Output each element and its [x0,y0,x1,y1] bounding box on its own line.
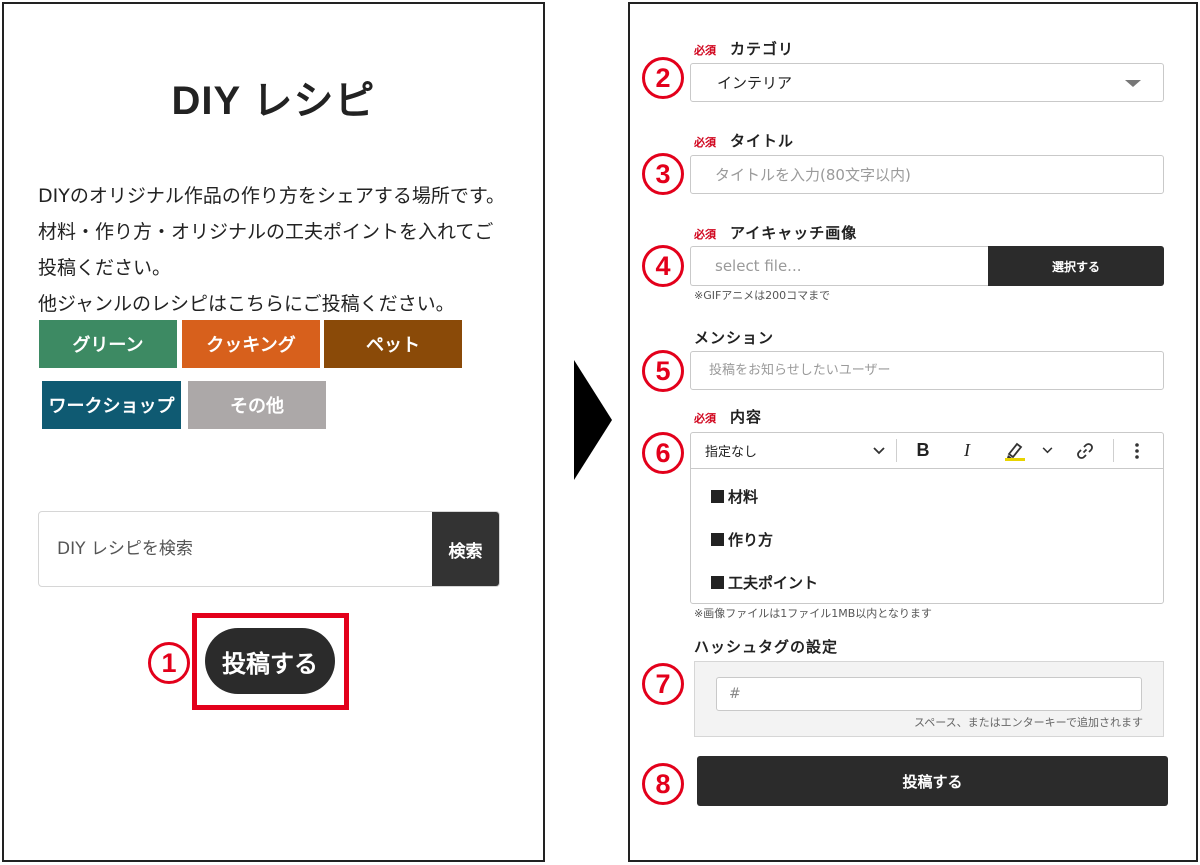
intro-line: DIYのオリジナル作品の作り方をシェアする場所です。 [38,185,505,207]
chevron-down-icon [1042,447,1052,454]
link-icon [1077,442,1093,459]
eyecatch-note: ※GIFアニメは200コマまで [694,289,831,302]
content-label: 必須 内容 [694,406,762,427]
editor-line-text: 作り方 [728,531,774,549]
search-bar: 検索 [38,511,500,587]
format-select-value: 指定なし [705,445,758,460]
required-tag: 必須 [694,228,716,241]
intro-line: 材料・作り方・オリジナルの工夫ポイントを入れてご [38,221,494,243]
search-input[interactable] [39,512,432,586]
step-number-badge: 1 [148,642,190,684]
select-file-button[interactable]: 選択する [988,246,1164,286]
dropdown-caret-icon [1125,80,1141,87]
editor-line: 工夫ポイント [711,572,818,593]
category-label: 必須 カテゴリ [694,38,794,59]
format-select[interactable]: 指定なし [705,433,885,468]
genre-button-cooking[interactable]: クッキング [182,320,320,368]
highlight-button[interactable] [999,433,1031,468]
genre-button-workshop[interactable]: ワークショップ [42,381,181,429]
genre-button-green[interactable]: グリーン [39,320,177,368]
required-tag: 必須 [694,136,716,149]
step-number-badge: 4 [642,245,684,287]
post-button[interactable]: 投稿する [205,628,335,694]
step-number-badge: 5 [642,350,684,392]
title-label-text: タイトル [730,132,795,150]
step-number-badge: 7 [642,663,684,705]
genre-button-other[interactable]: その他 [188,381,326,429]
intro-line: 他ジャンルのレシピはこちらにご投稿ください。 [38,293,455,315]
step-number-badge: 6 [642,432,684,474]
hashtag-label: ハッシュタグの設定 [694,638,839,656]
highlight-color-dropdown[interactable] [1039,433,1055,468]
content-label-text: 内容 [730,408,763,426]
title-label: 必須 タイトル [694,130,794,151]
bold-button[interactable]: B [909,433,937,468]
black-square-icon [711,576,724,589]
editor-toolbar: 指定なし B I [691,433,1163,469]
toolbar-divider [896,439,897,462]
eyecatch-label-text: アイキャッチ画像 [730,224,858,242]
link-button[interactable] [1071,433,1099,468]
step-number-badge: 8 [642,763,684,805]
intro-line: 投稿ください。 [38,257,172,279]
image-file-note: ※画像ファイルは1ファイル1MB以内となります [694,607,932,620]
search-button[interactable]: 検索 [432,512,499,586]
more-vertical-icon [1135,442,1139,459]
italic-button[interactable]: I [953,433,981,468]
category-label-text: カテゴリ [730,40,795,58]
required-tag: 必須 [694,44,716,57]
more-options-button[interactable] [1127,433,1147,468]
required-tag: 必須 [694,412,716,425]
black-square-icon [711,533,724,546]
eyecatch-file-picker: select file... 選択する [690,246,1164,286]
hashtag-settings: スペース、またはエンターキーで追加されます [694,661,1164,737]
eyecatch-label: 必須 アイキャッチ画像 [694,222,857,243]
category-selected-value: インテリア [717,74,793,92]
editor-line: 作り方 [711,529,773,550]
hashtag-input[interactable] [716,677,1142,711]
content-editor: 指定なし B I 材料 作り方 工夫ポイント [690,432,1164,604]
toolbar-divider [1113,439,1114,462]
intro-text: DIYのオリジナル作品の作り方をシェアする場所です。 材料・作り方・オリジナルの… [38,178,508,322]
chevron-down-icon [873,446,885,454]
file-name-field[interactable]: select file... [690,246,988,286]
editor-line-text: 材料 [728,488,759,506]
black-square-icon [711,490,724,503]
editor-content-area[interactable]: 材料 作り方 工夫ポイント [691,469,1163,605]
submit-post-button[interactable]: 投稿する [697,756,1168,806]
mention-input[interactable] [690,351,1164,390]
category-select[interactable]: インテリア [690,63,1164,102]
diy-recipe-page [2,2,545,862]
hashtag-hint: スペース、またはエンターキーで追加されます [913,716,1143,729]
editor-line-text: 工夫ポイント [728,574,819,592]
step-number-badge: 3 [642,153,684,195]
highlighter-icon [1005,442,1025,461]
step-number-badge: 2 [642,57,684,99]
title-input[interactable] [690,155,1164,194]
arrow-right-icon [574,360,612,480]
mention-label: メンション [694,329,775,347]
editor-line: 材料 [711,486,758,507]
page-title: DIY レシピ [171,79,376,123]
genre-button-pet[interactable]: ペット [324,320,462,368]
